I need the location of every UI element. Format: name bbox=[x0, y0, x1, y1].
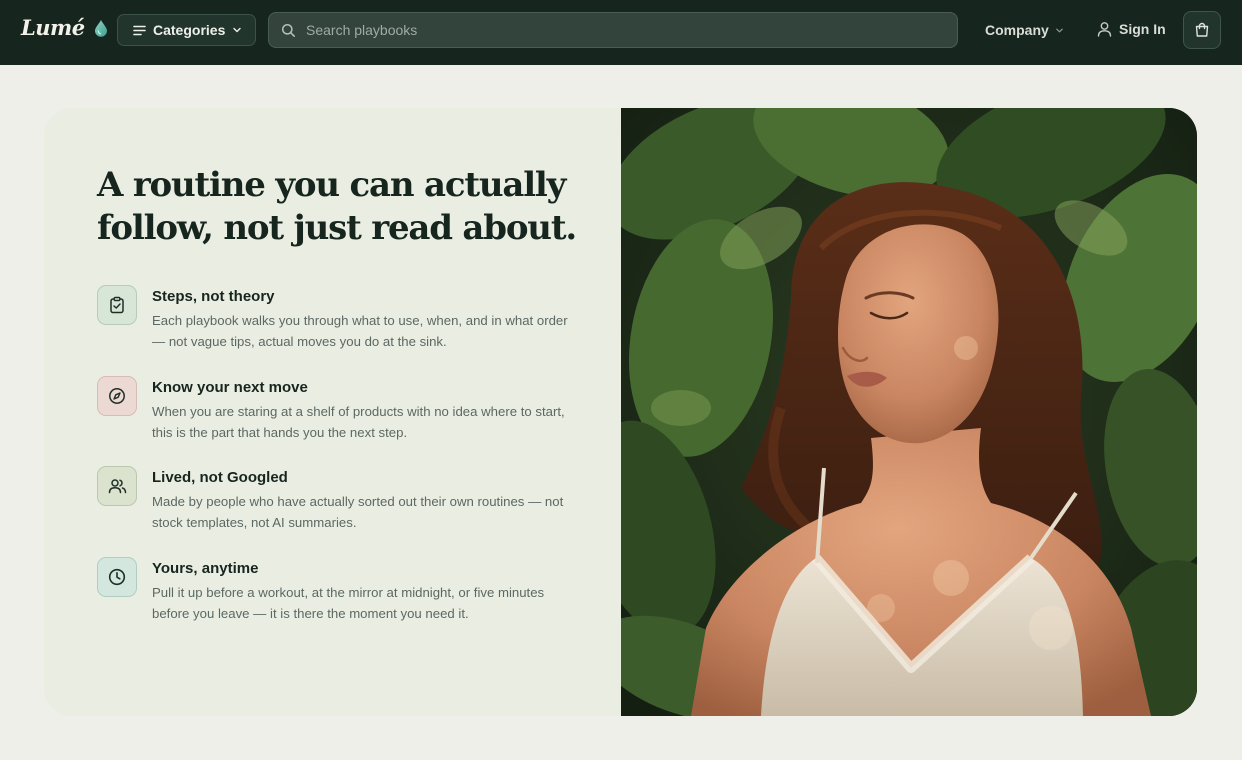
user-icon bbox=[1097, 22, 1112, 37]
feature-description: When you are staring at a shelf of produ… bbox=[152, 404, 565, 440]
chevron-down-icon bbox=[1055, 28, 1063, 32]
sign-in-label: Sign In bbox=[1119, 21, 1166, 37]
categories-dropdown-button[interactable]: Categories bbox=[117, 14, 256, 46]
feature-title: Steps, not theory bbox=[152, 288, 275, 305]
shopping-bag-icon bbox=[1195, 22, 1209, 37]
feature-icon-box bbox=[97, 557, 137, 597]
water-drop-icon bbox=[94, 19, 107, 37]
feature-item: Yours, anytime Pull it up before a worko… bbox=[97, 557, 577, 627]
categories-label: Categories bbox=[153, 22, 226, 38]
clipboard-check-icon bbox=[110, 296, 124, 314]
sign-in-link[interactable]: Sign In bbox=[1097, 21, 1166, 37]
feature-icon-box bbox=[97, 376, 137, 416]
feature-title: Yours, anytime bbox=[152, 560, 259, 577]
cart-button[interactable] bbox=[1183, 11, 1221, 49]
feature-description: Each playbook walks you through what to … bbox=[152, 313, 568, 349]
menu-icon bbox=[133, 25, 146, 35]
feature-description: Made by people who have actually sorted … bbox=[152, 494, 564, 530]
search-input[interactable] bbox=[306, 13, 957, 47]
hero-headline: A routine you can actually follow, not j… bbox=[97, 165, 577, 248]
brand-logo[interactable]: Lumé bbox=[21, 15, 108, 40]
clock-icon bbox=[108, 568, 126, 586]
feature-title: Lived, not Googled bbox=[152, 469, 288, 486]
brand-name: Lumé bbox=[21, 15, 85, 40]
chevron-down-icon bbox=[233, 27, 242, 33]
hero-photo bbox=[621, 108, 1197, 716]
feature-item: Steps, not theory Each playbook walks yo… bbox=[97, 285, 577, 355]
top-navigation-bar: Lumé Categories Company bbox=[0, 0, 1242, 65]
feature-item: Know your next move When you are staring… bbox=[97, 376, 577, 446]
users-icon bbox=[108, 479, 126, 494]
feature-icon-box bbox=[97, 466, 137, 506]
compass-icon bbox=[109, 388, 125, 404]
feature-title: Know your next move bbox=[152, 379, 308, 396]
feature-description: Pull it up before a workout, at the mirr… bbox=[152, 585, 545, 621]
search-bar[interactable] bbox=[268, 12, 958, 48]
company-menu[interactable]: Company bbox=[985, 22, 1064, 38]
company-label: Company bbox=[985, 22, 1049, 38]
feature-icon-box bbox=[97, 285, 137, 325]
feature-item: Lived, not Googled Made by people who ha… bbox=[97, 466, 577, 536]
search-icon bbox=[281, 23, 295, 37]
portrait-illustration bbox=[621, 108, 1197, 716]
